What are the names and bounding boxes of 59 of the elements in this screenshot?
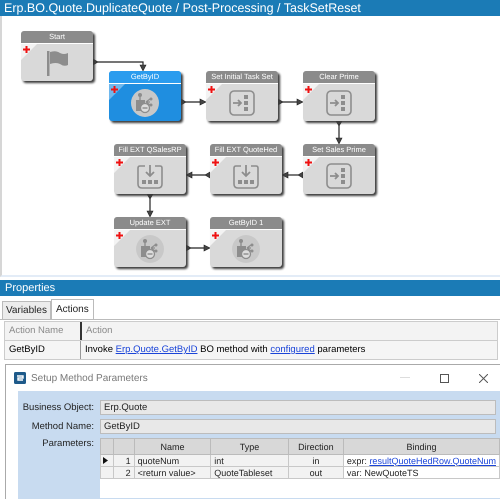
connector-arrow [278,98,304,106]
plus-icon[interactable] [305,159,312,166]
current-row-icon [103,456,108,464]
field-label: Method Name: [30,421,94,432]
field-label: Business Object: [22,402,94,413]
column-header: Binding [343,438,500,454]
tab[interactable]: Actions [50,299,94,319]
table-cell: quoteNum [134,454,211,466]
plus-icon[interactable] [116,159,123,166]
plus-icon[interactable] [208,86,215,93]
assign-icon [326,162,352,188]
table-cell: <return value> [134,466,211,478]
field-label: Parameters: [41,438,94,451]
connector-arrow [335,120,343,145]
plus-icon[interactable] [305,86,312,93]
assign-icon [326,90,352,116]
tab[interactable]: Variables [2,301,51,319]
binding-cell: var: NewQuoteTS [343,466,500,478]
plus-icon[interactable] [212,159,219,166]
binding-link[interactable]: resultQuoteHedRow.QuoteNum [369,456,496,466]
panel-title: Properties [0,280,500,296]
plus-icon[interactable] [212,232,219,239]
text-field[interactable]: Erp.Quote [100,400,496,415]
link[interactable]: configured [270,344,315,355]
table-cell: QuoteTableset [210,466,288,478]
row-selector[interactable] [100,454,114,466]
binding-cell: expr: resultQuoteHedRow.QuoteNum [343,454,500,466]
method-icon [130,88,160,118]
fill-icon [137,162,163,188]
table-cell: int [210,454,288,466]
column-header: Action Name [8,324,64,338]
flag-icon [44,48,70,76]
method-icon [231,234,261,264]
text-field[interactable]: GetByID [100,419,496,434]
breadcrumb-title: Erp.BO.Quote.DuplicateQuote / Post-Processing / TaskSetReset [4,1,361,15]
column-header: Type [210,438,288,454]
plus-icon[interactable] [116,232,123,239]
action-description: Invoke Erp.Quote.GetByID BO method with configured parameters [80,341,497,359]
plus-icon[interactable] [111,86,118,93]
link[interactable]: Erp.Quote.GetByID [116,344,198,355]
column-header: Name [134,438,211,454]
connector-arrow [180,98,207,106]
app-logo-icon [14,372,26,384]
dialog-title: Setup Method Parameters [31,372,149,384]
assign-icon [229,90,255,116]
table-cell-text: GetByID [8,343,46,357]
connector-arrow [92,58,146,72]
plus-icon[interactable] [23,46,30,53]
connector-arrow [185,171,210,179]
connector-arrow [146,194,154,218]
table-cell: in [288,454,344,466]
maximize-icon[interactable] [440,374,448,382]
table-cell: out [288,466,344,478]
close-icon[interactable] [478,374,488,382]
fill-icon [233,162,259,188]
connector-arrow [186,244,211,252]
column-header: Direction [288,438,344,454]
connector-arrow [281,171,304,179]
method-icon [135,234,165,264]
